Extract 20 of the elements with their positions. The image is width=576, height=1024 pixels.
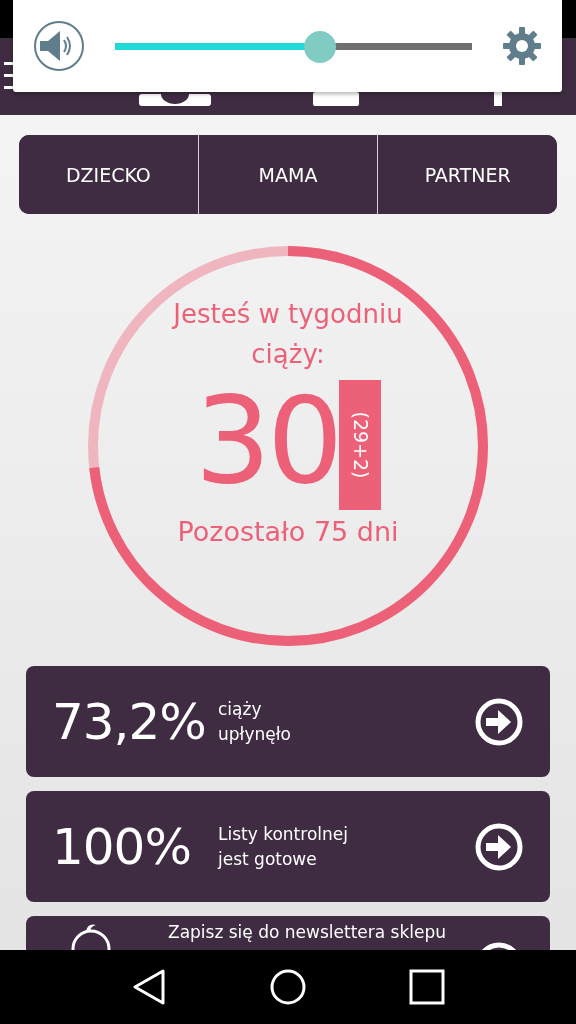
stat-card[interactable]: Zapisz się do newslettera sklepu [26, 916, 550, 950]
arrow-circle-icon[interactable] [474, 696, 524, 747]
newsletter-text: Zapisz się do newslettera sklepu [168, 921, 448, 943]
percent-value: 100% [52, 817, 192, 876]
arrow-circle-icon[interactable] [474, 821, 524, 872]
week-detail-badge: (29+2) [339, 380, 382, 510]
ring-heading: Jesteś w tygodniu ciąży: [173, 298, 403, 371]
tab[interactable]: PARTNER [377, 135, 557, 214]
settings-icon[interactable] [502, 26, 542, 66]
back-icon[interactable] [131, 969, 168, 1005]
home-icon[interactable] [270, 969, 306, 1005]
stat-card[interactable]: 100% Listy kontrolnej jest gotowe [26, 791, 550, 902]
card-label: Listy kontrolnej jest gotowe [218, 822, 349, 871]
percent-value: 73,2% [52, 692, 207, 751]
recents-icon[interactable] [408, 969, 445, 1005]
card-label: ciąży upłynęło [218, 697, 292, 746]
week-number: 30 [194, 376, 340, 506]
speaker-icon[interactable] [33, 20, 85, 72]
menu-icon[interactable] [4, 62, 14, 90]
days-remaining: Pozostało 75 dni [177, 516, 399, 547]
